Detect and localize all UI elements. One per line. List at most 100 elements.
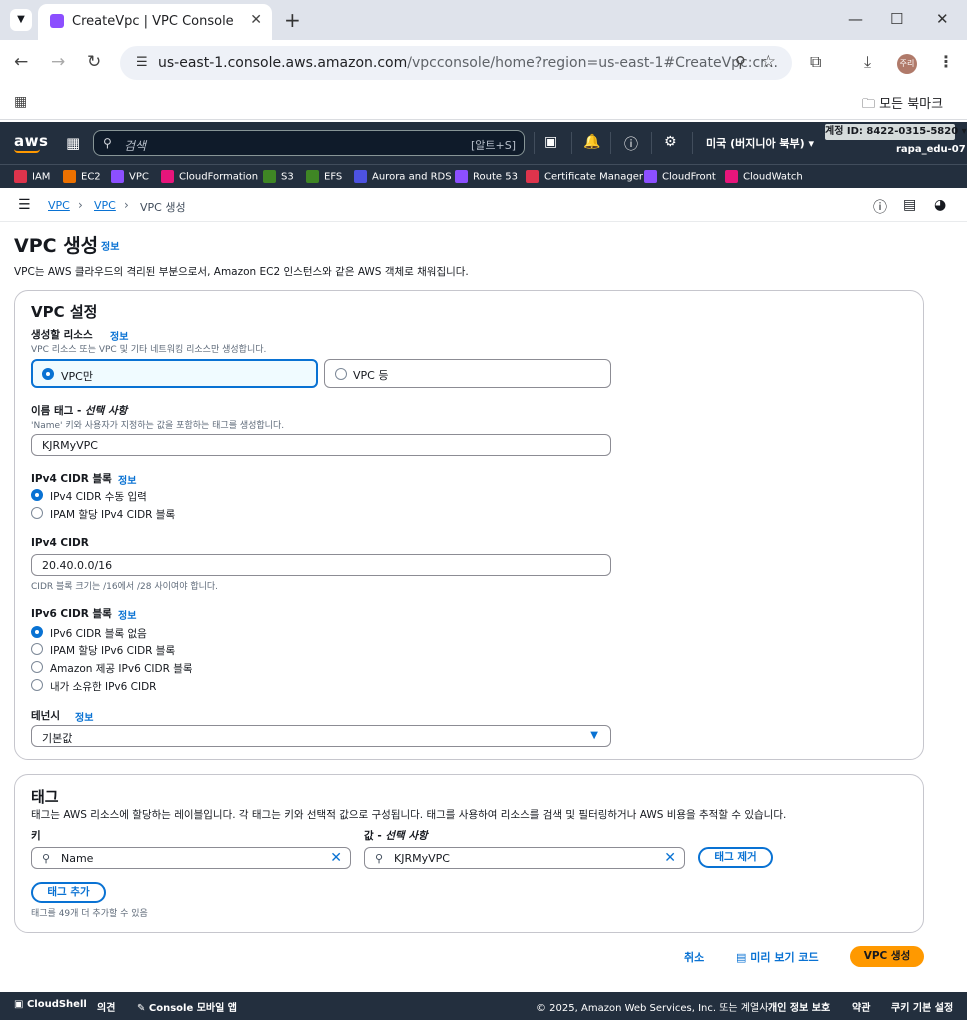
- favorite-aurora-and-rds[interactable]: Aurora and RDS: [354, 170, 452, 186]
- maximize-icon[interactable]: ☐: [890, 10, 903, 28]
- search-placeholder: 검색: [124, 139, 147, 153]
- ipv4-manual-label[interactable]: IPv4 CIDR 수동 입력: [50, 489, 147, 504]
- cloudshell-icon[interactable]: ▣: [544, 134, 557, 150]
- vpc-favicon-icon: [50, 14, 64, 28]
- ipv6-ipam-label[interactable]: IPAM 할당 IPv6 CIDR 블록: [50, 643, 175, 658]
- ipv4-block-info-link[interactable]: 정보: [118, 472, 136, 487]
- cookie-preferences-link[interactable]: 쿠키 기본 설정: [891, 999, 953, 1014]
- remove-tag-button[interactable]: 태그 제거: [698, 847, 773, 868]
- reload-icon[interactable]: ↻: [87, 52, 101, 72]
- breadcrumb-vpc-list[interactable]: VPC: [94, 199, 116, 212]
- radio-ipv6-amazon[interactable]: [31, 661, 43, 673]
- tab-search-chevron-icon[interactable]: ▼: [10, 9, 32, 31]
- favorite-vpc[interactable]: VPC: [111, 170, 149, 186]
- download-icon[interactable]: ⤓: [864, 52, 871, 72]
- bookmark-star-icon[interactable]: ☆: [761, 52, 776, 72]
- notifications-bell-icon[interactable]: 🔔: [583, 134, 600, 150]
- aws-smile-icon: [14, 149, 40, 153]
- extensions-puzzle-icon[interactable]: ⧉: [810, 52, 821, 72]
- tag-value-input[interactable]: ⚲ KJRMyVPC ✕: [364, 847, 685, 869]
- mobile-app-link[interactable]: ✎ Console 모바일 앱: [137, 999, 237, 1014]
- radio-vpc-and-more[interactable]: [335, 368, 347, 380]
- create-vpc-button[interactable]: VPC 생성: [850, 946, 924, 967]
- settings-gear-icon[interactable]: ⚙: [664, 134, 677, 150]
- ipv6-none-label[interactable]: IPv6 CIDR 블록 없음: [50, 626, 147, 641]
- all-bookmarks-folder[interactable]: 🗀 모든 북마크: [862, 93, 943, 117]
- favorite-cloudwatch[interactable]: CloudWatch: [725, 170, 803, 186]
- feedback-icon[interactable]: ▤: [903, 197, 916, 213]
- breadcrumb-current: VPC 생성: [140, 201, 186, 214]
- radio-ipv4-ipam[interactable]: [31, 507, 43, 519]
- ipv4-cidr-hint: CIDR 블록 크기는 /16에서 /28 사이여야 합니다.: [31, 582, 219, 592]
- browser-tabstrip: ▼ CreateVpc | VPC Console ✕ + — ☐ ✕: [0, 0, 967, 40]
- favorite-efs[interactable]: EFS: [306, 170, 342, 186]
- new-tab-plus-icon[interactable]: +: [284, 8, 301, 32]
- tag-key-input[interactable]: ⚲ Name ✕: [31, 847, 351, 869]
- forward-arrow-icon[interactable]: →: [51, 52, 65, 72]
- services-grid-icon[interactable]: ▦: [66, 134, 80, 152]
- browser-menu-kebab-icon[interactable]: ⋮: [938, 52, 954, 71]
- cancel-button[interactable]: 취소: [684, 949, 704, 965]
- resource-option-vpc-only[interactable]: VPC만: [31, 359, 318, 388]
- ipv6-byoip-label[interactable]: 내가 소유한 IPv6 CIDR: [50, 679, 156, 694]
- add-tag-button[interactable]: 태그 추가: [31, 882, 106, 903]
- side-nav-menu-icon[interactable]: ☰: [18, 197, 31, 213]
- page-info-link[interactable]: 정보: [101, 238, 119, 253]
- resource-option-vpc-and-more[interactable]: VPC 등: [324, 359, 611, 388]
- aws-logo[interactable]: aws: [14, 132, 48, 153]
- aws-console-header: aws ▦ ⚲ 검색 [알트+S] ▣ 🔔 ⓘ ⚙ 미국 (버지니아 북부) ▾…: [0, 122, 967, 164]
- ipv4-ipam-label[interactable]: IPAM 할당 IPv4 CIDR 블록: [50, 507, 175, 522]
- tour-icon[interactable]: ◕: [934, 197, 946, 213]
- service-icon: [354, 170, 367, 183]
- cloudshell-link[interactable]: ▣ CloudShell: [14, 999, 87, 1010]
- favorite-route-53[interactable]: Route 53: [455, 170, 518, 186]
- radio-ipv6-none[interactable]: [31, 626, 43, 638]
- favorite-s3[interactable]: S3: [263, 170, 294, 186]
- url-text[interactable]: us-east-1.console.aws.amazon.com/vpccons…: [158, 55, 778, 71]
- browser-tab-active[interactable]: CreateVpc | VPC Console ✕: [38, 4, 272, 40]
- clear-x-icon[interactable]: ✕: [330, 850, 342, 866]
- account-id-badge[interactable]: 계정 ID: 8422-0315-5820 ▾: [825, 124, 967, 140]
- privacy-link[interactable]: 개인 정보 보호: [768, 999, 830, 1014]
- service-icon: [725, 170, 738, 183]
- minimize-icon[interactable]: —: [848, 10, 863, 28]
- mobile-app-icon: ✎: [137, 1003, 146, 1014]
- ipv4-cidr-input[interactable]: 20.40.0.0/16: [31, 554, 611, 576]
- apps-grid-icon[interactable]: ▦: [14, 94, 27, 110]
- favorite-ec2[interactable]: EC2: [63, 170, 101, 186]
- name-tag-label: 이름 태그 - 선택 사항: [31, 405, 128, 417]
- window-close-icon[interactable]: ✕: [936, 10, 949, 28]
- breadcrumb-vpc-home[interactable]: VPC: [48, 199, 70, 212]
- region-selector[interactable]: 미국 (버지니아 북부) ▾: [706, 135, 814, 151]
- help-icon[interactable]: ⓘ: [624, 134, 638, 154]
- name-tag-input[interactable]: KJRMyVPC: [31, 434, 611, 456]
- profile-avatar[interactable]: 주리: [897, 54, 917, 74]
- breadcrumb-chevron-icon: ›: [124, 198, 129, 212]
- zoom-magnifier-icon[interactable]: ⚲: [735, 53, 746, 71]
- feedback-link[interactable]: 의견: [97, 999, 115, 1014]
- favorite-cloudformation[interactable]: CloudFormation: [161, 170, 258, 186]
- ipv4-cidr-label: IPv4 CIDR: [31, 537, 89, 549]
- tenancy-select[interactable]: 기본값 ▼: [31, 725, 611, 747]
- terms-link[interactable]: 약관: [852, 999, 870, 1014]
- info-panel-icon[interactable]: ⓘ: [873, 197, 887, 217]
- radio-ipv6-byoip[interactable]: [31, 679, 43, 691]
- radio-ipv4-manual[interactable]: [31, 489, 43, 501]
- ipv6-amazon-label[interactable]: Amazon 제공 IPv6 CIDR 블록: [50, 661, 193, 676]
- back-arrow-icon[interactable]: ←: [14, 52, 28, 72]
- user-name[interactable]: rapa_edu-07: [896, 144, 966, 155]
- ipv6-block-info-link[interactable]: 정보: [118, 607, 136, 622]
- resources-info-link[interactable]: 정보: [110, 328, 128, 343]
- address-bar[interactable]: ☰ us-east-1.console.aws.amazon.com/vpcco…: [120, 46, 792, 80]
- clear-x-icon[interactable]: ✕: [664, 850, 676, 866]
- tenancy-info-link[interactable]: 정보: [75, 709, 93, 724]
- console-search-input[interactable]: ⚲ 검색 [알트+S]: [93, 130, 525, 156]
- site-info-icon[interactable]: ☰: [136, 55, 148, 70]
- close-tab-icon[interactable]: ✕: [250, 12, 262, 28]
- radio-vpc-only[interactable]: [42, 368, 54, 380]
- radio-ipv6-ipam[interactable]: [31, 643, 43, 655]
- favorite-certificate-manager[interactable]: Certificate Manager: [526, 170, 643, 186]
- preview-code-button[interactable]: ▤ 미리 보기 코드: [736, 949, 819, 965]
- favorite-iam[interactable]: IAM: [14, 170, 50, 186]
- favorite-cloudfront[interactable]: CloudFront: [644, 170, 716, 186]
